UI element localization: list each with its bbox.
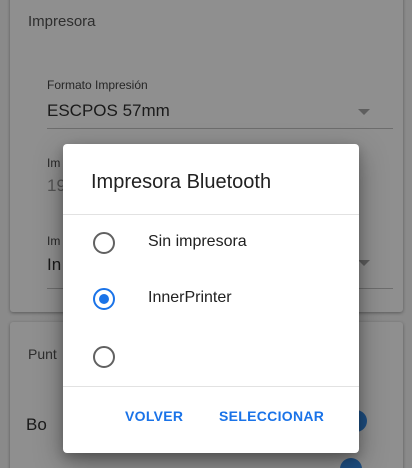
printer-select-dialog: Impresora Bluetooth Sin impresora InnerP…: [63, 144, 359, 453]
field-3-value[interactable]: In: [47, 255, 61, 275]
option-innerprinter[interactable]: InnerPrinter: [63, 271, 359, 327]
radio-unchecked-icon[interactable]: [93, 232, 115, 254]
radio-unchecked-icon[interactable]: [93, 346, 115, 368]
field-2-label: Im: [47, 156, 61, 170]
option-label: InnerPrinter: [148, 289, 232, 306]
select-button[interactable]: SELECCIONAR: [219, 408, 324, 424]
option-label: Sin impresora: [148, 233, 247, 250]
back-button[interactable]: VOLVER: [125, 408, 183, 424]
option-unnamed[interactable]: [63, 329, 359, 385]
dialog-title: Impresora Bluetooth: [91, 171, 272, 193]
field-3-label: Im: [47, 234, 61, 248]
field-3-dropdown-icon[interactable]: [358, 260, 370, 266]
print-format-dropdown-icon[interactable]: [358, 109, 370, 115]
second-card-row-label: Bo: [26, 415, 47, 434]
print-format-value[interactable]: ESCPOS 57mm: [47, 101, 170, 121]
option-no-printer[interactable]: Sin impresora: [63, 215, 359, 271]
print-format-label: Formato Impresión: [47, 78, 148, 92]
section-title-second: Punt: [28, 346, 57, 362]
print-format-underline: [47, 128, 393, 129]
section-title-printer: Impresora: [28, 13, 96, 30]
radio-checked-icon[interactable]: [93, 288, 115, 310]
dialog-bottom-divider: [63, 386, 359, 387]
